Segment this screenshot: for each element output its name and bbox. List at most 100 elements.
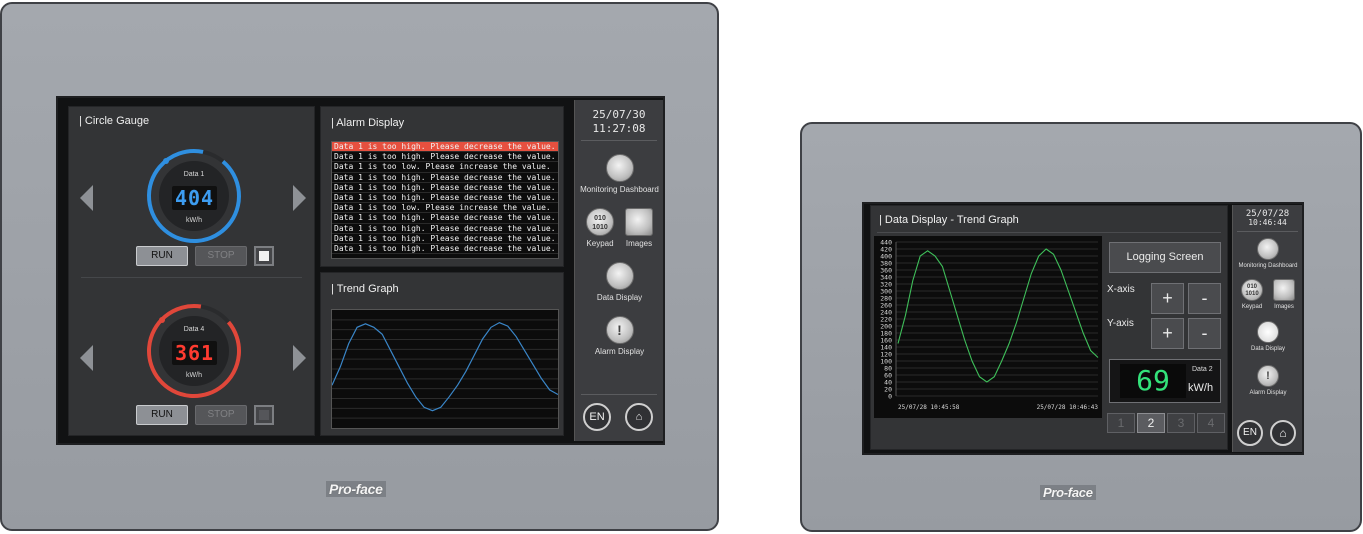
prev-arrow-icon[interactable] bbox=[80, 345, 93, 371]
trend-graph-svg bbox=[331, 319, 559, 419]
series-line bbox=[897, 248, 1099, 383]
gauge-label: Data 4 bbox=[183, 326, 205, 333]
nav-label: Data Display bbox=[596, 293, 643, 302]
home-button[interactable]: ⌂ bbox=[1270, 420, 1296, 446]
bar-chart-icon bbox=[1257, 321, 1279, 343]
alarm-row[interactable]: Data 1 is too high. Please decrease the … bbox=[332, 224, 558, 234]
gauge-label: Data 1 bbox=[183, 171, 205, 178]
nav-label: Data Display bbox=[1250, 346, 1285, 352]
panel-title: | Trend Graph bbox=[331, 283, 399, 295]
hmi-screen: | Data Display - Trend Graph 440 420 400 38… bbox=[862, 202, 1304, 455]
nav-label: Alarm Display bbox=[1249, 390, 1287, 396]
gauge-unit: kW/h bbox=[186, 372, 202, 379]
value-display: 69 Data 2 kW/h bbox=[1109, 359, 1221, 403]
nav-label: Images bbox=[1274, 304, 1294, 310]
xaxis-plus-button[interactable]: + bbox=[1151, 283, 1184, 314]
divider bbox=[581, 140, 657, 141]
bar-chart-icon bbox=[605, 262, 634, 290]
status-lamp bbox=[254, 405, 274, 425]
trend-graph bbox=[331, 309, 559, 429]
nav-label: Keypad bbox=[1241, 304, 1263, 310]
time-display: 11:27:08 bbox=[592, 122, 646, 135]
value-readout: 69 bbox=[1120, 364, 1186, 398]
gauge-unit: kW/h bbox=[186, 217, 202, 224]
trend-graph: 440 420 400 380 360 340 320 300 280 260 240 220 200 1… bbox=[874, 236, 1102, 418]
alarm-row[interactable]: Data 1 is too high. Please decrease the … bbox=[332, 193, 558, 204]
nav-alarm-display[interactable]: ! Alarm Display bbox=[575, 316, 664, 356]
hmi-screen: | Circle Gauge Data 1 404 kW/h RUN STOP bbox=[56, 96, 665, 445]
nav-data-display[interactable]: Data Display bbox=[575, 262, 664, 302]
x-end-label: 25/07/28 10:46:43 bbox=[1037, 404, 1099, 411]
alarm-row[interactable]: Data 1 is too high. Please decrease the … bbox=[332, 183, 558, 193]
run-button[interactable]: RUN bbox=[136, 246, 188, 266]
divider bbox=[581, 394, 657, 395]
nav-images[interactable]: Images bbox=[1267, 279, 1301, 310]
alarm-row[interactable]: Data 1 is too high. Please decrease the … bbox=[332, 142, 558, 153]
dashboard-icon bbox=[605, 154, 634, 182]
x-start-label: 25/07/28 10:45:58 bbox=[898, 404, 960, 411]
yaxis-minus-button[interactable]: - bbox=[1188, 318, 1221, 349]
yaxis-plus-button[interactable]: + bbox=[1151, 318, 1184, 349]
divider bbox=[81, 277, 302, 278]
home-button[interactable]: ⌂ bbox=[625, 403, 653, 431]
page-button-3[interactable]: 3 bbox=[1167, 413, 1195, 433]
divider bbox=[1237, 231, 1298, 232]
divider bbox=[877, 232, 1221, 233]
hmi-device-large: | Circle Gauge Data 1 404 kW/h RUN STOP bbox=[0, 2, 719, 531]
page-button-1[interactable]: 1 bbox=[1107, 413, 1135, 433]
stop-button[interactable]: STOP bbox=[195, 246, 247, 266]
nav-data-display[interactable]: Data Display bbox=[1233, 321, 1303, 352]
xaxis-label: X-axis bbox=[1107, 284, 1135, 295]
image-icon bbox=[1273, 279, 1295, 301]
time-display: 10:46:44 bbox=[1248, 218, 1287, 227]
language-button[interactable]: EN bbox=[1237, 420, 1263, 446]
nav-label: Monitoring Dashboard bbox=[1238, 263, 1298, 269]
next-arrow-icon[interactable] bbox=[293, 185, 306, 211]
alarm-display-panel: | Alarm Display Data 1 is too high. Plea… bbox=[320, 106, 564, 267]
keypad-icon: 010 1010 bbox=[586, 208, 614, 236]
home-icon: ⌂ bbox=[635, 411, 643, 423]
brand-logo: Pro-face bbox=[1040, 485, 1096, 500]
panel-title: | Circle Gauge bbox=[79, 115, 150, 127]
nav-keypad[interactable]: 010 1010 Keypad bbox=[580, 208, 620, 248]
keypad-icon: 010 1010 bbox=[1241, 279, 1263, 301]
brand-logo: Pro-face bbox=[326, 481, 386, 497]
logging-screen-button[interactable]: Logging Screen bbox=[1109, 242, 1221, 273]
alarm-row[interactable]: Data 1 is too low. Please increase the v… bbox=[332, 203, 558, 214]
alarm-row[interactable]: Data 1 is too high. Please decrease the … bbox=[332, 213, 558, 224]
alarm-row[interactable]: Data 1 is too high. Please decrease the … bbox=[332, 152, 558, 163]
nav-label: Images bbox=[625, 239, 653, 248]
gauge-value: 361 bbox=[172, 341, 217, 365]
nav-images[interactable]: Images bbox=[619, 208, 659, 248]
value-label: Data 2 bbox=[1192, 366, 1213, 373]
alarm-row[interactable]: Data 1 is too high. Please decrease the … bbox=[332, 173, 558, 183]
next-arrow-icon[interactable] bbox=[293, 345, 306, 371]
nav-monitoring-dashboard[interactable]: Monitoring Dashboard bbox=[1233, 238, 1303, 269]
prev-arrow-icon[interactable] bbox=[80, 185, 93, 211]
y-tick-label: 0 bbox=[888, 393, 892, 401]
circle-gauge-data1: Data 1 404 kW/h bbox=[139, 141, 249, 251]
nav-alarm-display[interactable]: ! Alarm Display bbox=[1233, 365, 1303, 396]
nav-label: Monitoring Dashboard bbox=[580, 185, 659, 194]
stop-button[interactable]: STOP bbox=[195, 405, 247, 425]
run-button[interactable]: RUN bbox=[136, 405, 188, 425]
xaxis-minus-button[interactable]: - bbox=[1188, 283, 1221, 314]
trend-graph-panel: | Trend Graph bbox=[320, 272, 564, 436]
language-button[interactable]: EN bbox=[583, 403, 611, 431]
nav-label: Keypad bbox=[586, 239, 614, 248]
hmi-device-small: | Data Display - Trend Graph 440 420 400 38… bbox=[800, 122, 1362, 532]
alarm-icon: ! bbox=[605, 316, 634, 344]
nav-monitoring-dashboard[interactable]: Monitoring Dashboard bbox=[575, 154, 664, 194]
page-button-2[interactable]: 2 bbox=[1137, 413, 1165, 433]
alarm-list[interactable]: Data 1 is too high. Please decrease the … bbox=[331, 141, 559, 259]
nav-keypad[interactable]: 010 1010 Keypad bbox=[1235, 279, 1269, 310]
home-icon: ⌂ bbox=[1279, 426, 1287, 440]
circle-gauge-data4: Data 4 361 kW/h bbox=[139, 296, 249, 406]
circle-gauge-panel: | Circle Gauge Data 1 404 kW/h RUN STOP bbox=[68, 106, 315, 436]
alarm-row[interactable]: Data 1 is too high. Please decrease the … bbox=[332, 244, 558, 255]
alarm-row[interactable]: Data 1 is too high. Please decrease the … bbox=[332, 234, 558, 244]
trend-graph-svg: 4404204003803603403203002802602402202001… bbox=[880, 239, 1099, 411]
alarm-row[interactable]: Data 1 is too low. Please increase the v… bbox=[332, 162, 558, 173]
page-button-4[interactable]: 4 bbox=[1197, 413, 1225, 433]
image-icon bbox=[625, 208, 653, 236]
